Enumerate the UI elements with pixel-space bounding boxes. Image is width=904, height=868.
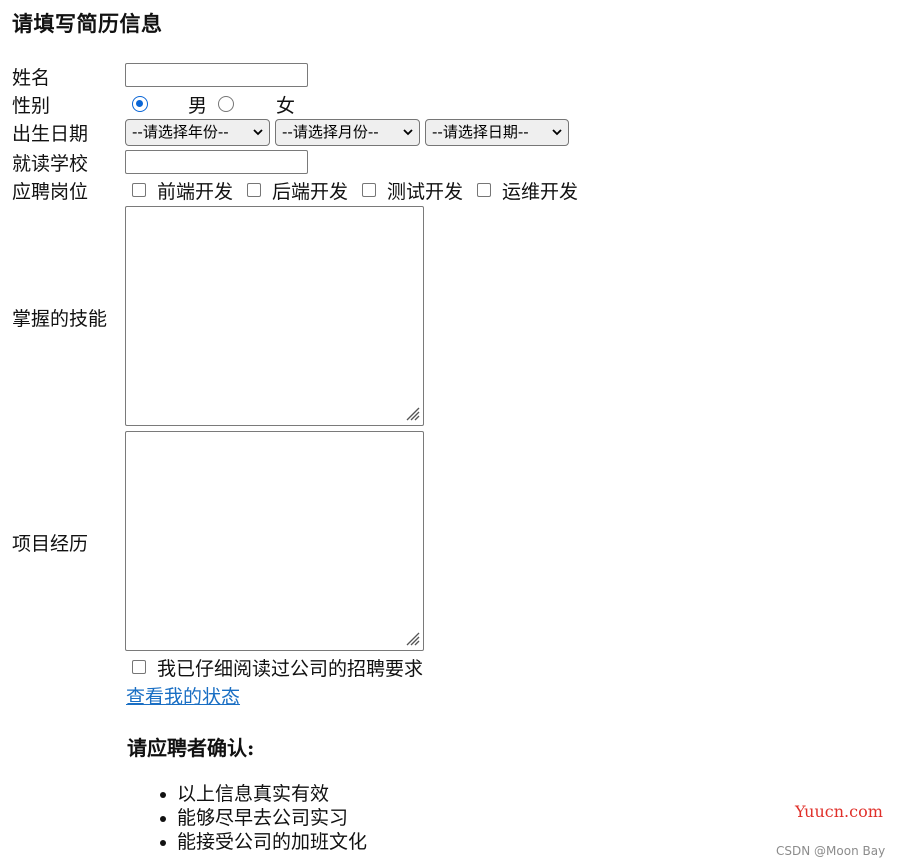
- chevron-down-icon: [552, 129, 562, 136]
- confirm-list: 以上信息真实有效 能够尽早去公司实习 能接受公司的加班文化: [160, 782, 367, 854]
- agreement-checkbox[interactable]: [132, 660, 146, 674]
- status-link[interactable]: 查看我的状态: [126, 682, 240, 709]
- birth-year-select[interactable]: --请选择年份--: [125, 119, 270, 146]
- csdn-watermark: CSDN @Moon Bay: [776, 844, 886, 858]
- position-label: 应聘岗位: [12, 181, 89, 203]
- name-label: 姓名: [12, 67, 51, 89]
- birth-year-value: --请选择年份--: [132, 123, 229, 141]
- birth-month-select[interactable]: --请选择月份--: [275, 119, 420, 146]
- agreement-label: 我已仔细阅读过公司的招聘要求: [157, 658, 424, 680]
- chevron-down-icon: [253, 129, 263, 136]
- gender-female-label: 女: [276, 95, 296, 117]
- skills-label: 掌握的技能: [12, 308, 108, 330]
- position-frontend-label: 前端开发: [157, 181, 234, 203]
- school-input[interactable]: [125, 150, 308, 174]
- gender-male-label: 男: [188, 95, 208, 117]
- position-checkbox-testing[interactable]: [362, 183, 376, 197]
- gender-radio-female[interactable]: [218, 96, 234, 112]
- birth-month-value: --请选择月份--: [282, 123, 379, 141]
- gender-radio-male[interactable]: [132, 96, 148, 112]
- list-item: 以上信息真实有效: [160, 782, 367, 806]
- position-checkbox-backend[interactable]: [247, 183, 261, 197]
- resize-grip-icon[interactable]: [404, 630, 420, 646]
- position-testing-label: 测试开发: [387, 181, 464, 203]
- resize-grip-icon[interactable]: [404, 405, 420, 421]
- site-watermark: Yuucn.com: [795, 802, 883, 821]
- birth-day-value: --请选择日期--: [432, 123, 529, 141]
- skills-textarea[interactable]: [125, 206, 424, 426]
- position-backend-label: 后端开发: [272, 181, 349, 203]
- resume-form-page: 请填写简历信息 姓名 性别 男 女 出生日期 --请选择年份-- --请选择月份…: [0, 0, 904, 868]
- project-textarea[interactable]: [125, 431, 424, 651]
- page-title: 请填写简历信息: [12, 11, 163, 36]
- position-checkbox-frontend[interactable]: [132, 183, 146, 197]
- chevron-down-icon: [403, 129, 413, 136]
- school-label: 就读学校: [12, 153, 89, 175]
- birth-date-label: 出生日期: [12, 123, 89, 145]
- project-label: 项目经历: [12, 533, 89, 555]
- birth-day-select[interactable]: --请选择日期--: [425, 119, 569, 146]
- gender-label: 性别: [12, 95, 51, 117]
- list-item: 能够尽早去公司实习: [160, 806, 367, 830]
- list-item: 能接受公司的加班文化: [160, 830, 367, 854]
- position-ops-label: 运维开发: [502, 181, 579, 203]
- name-input[interactable]: [125, 63, 308, 87]
- position-checkbox-ops[interactable]: [477, 183, 491, 197]
- confirm-heading: 请应聘者确认:: [127, 736, 255, 760]
